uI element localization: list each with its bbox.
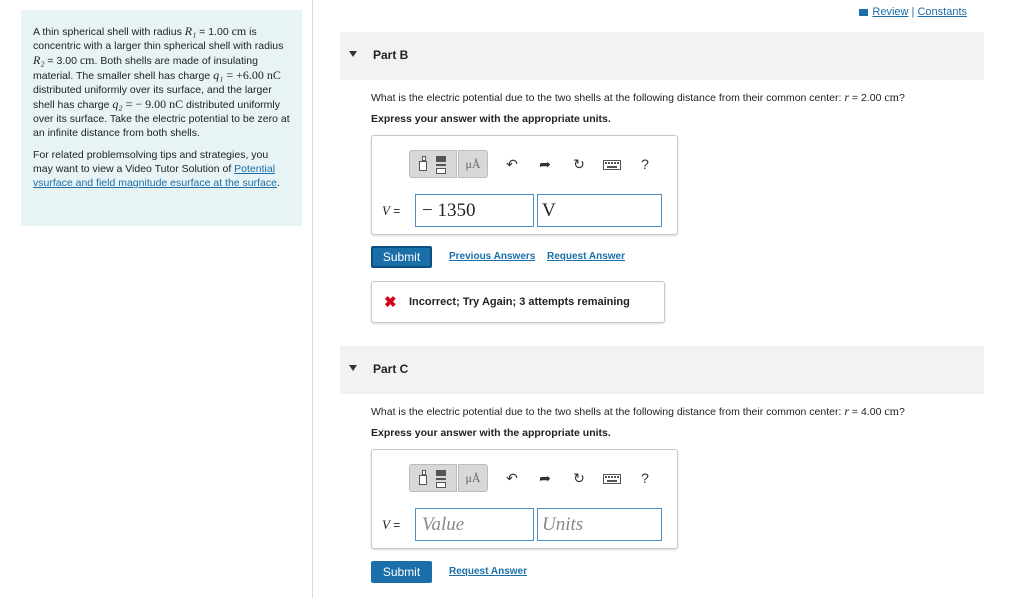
- template-exponent-icon: [422, 156, 426, 161]
- part-b-label: Part B: [373, 48, 409, 62]
- value-input[interactable]: Value: [415, 508, 534, 541]
- feedback-text: Incorrect; Try Again; 3 attempts remaini…: [409, 296, 630, 308]
- v-label: V =: [382, 517, 401, 532]
- template-exponent-icon: [422, 470, 426, 475]
- fraction-bottom-icon: [436, 168, 446, 174]
- part-c-label: Part C: [373, 362, 409, 376]
- fraction-top-icon: [436, 156, 446, 162]
- value-placeholder: Value: [422, 514, 465, 535]
- part-c-question: What is the electric potential due to th…: [371, 404, 905, 418]
- undo-icon[interactable]: ↶: [505, 150, 519, 178]
- review-icon: [859, 8, 869, 16]
- fraction-bar-icon: [436, 164, 446, 166]
- math-toolbar: μÅ ↶ ➦ ↻ ?: [409, 464, 659, 492]
- part-c-submit-button[interactable]: Submit: [371, 561, 432, 583]
- part-b-submit-button[interactable]: Submit: [371, 246, 432, 268]
- keyboard-icon[interactable]: [603, 150, 621, 178]
- collapse-triangle-icon[interactable]: [349, 365, 357, 371]
- undo-icon[interactable]: ↶: [505, 464, 519, 492]
- q1-symbol: q₁: [213, 68, 224, 82]
- incorrect-x-icon: ✖: [384, 294, 397, 311]
- panel-divider: [312, 0, 313, 598]
- r1-symbol: R₁: [184, 24, 197, 38]
- problem-text: A thin spherical shell with radius R₁ = …: [33, 24, 290, 139]
- collapse-triangle-icon[interactable]: [349, 51, 357, 57]
- problem-statement-panel: A thin spherical shell with radius R₁ = …: [21, 10, 302, 226]
- help-icon[interactable]: ?: [639, 464, 651, 492]
- fraction-bottom-icon: [436, 482, 446, 488]
- templates-button[interactable]: [409, 464, 457, 492]
- link-separator: |: [911, 6, 915, 18]
- part-b-question: What is the electric potential due to th…: [371, 90, 905, 104]
- units-placeholder: Units: [542, 514, 584, 535]
- units-button[interactable]: μÅ: [458, 150, 488, 178]
- part-c-instruction: Express your answer with the appropriate…: [371, 427, 611, 439]
- units-input[interactable]: V: [537, 194, 662, 227]
- r2-symbol: R₂: [33, 53, 45, 67]
- part-b-instruction: Express your answer with the appropriate…: [371, 113, 611, 125]
- part-c-request-answer-link[interactable]: Request Answer: [449, 566, 527, 577]
- problem-tips: For related problemsolving tips and stra…: [33, 149, 280, 189]
- help-icon[interactable]: ?: [639, 150, 651, 178]
- redo-icon[interactable]: ➦: [538, 150, 552, 178]
- constants-link[interactable]: Constants: [917, 6, 967, 18]
- fraction-bar-icon: [436, 478, 446, 480]
- template-box-icon: [419, 161, 427, 171]
- units-button[interactable]: μÅ: [458, 464, 488, 492]
- redo-icon[interactable]: ➦: [538, 464, 552, 492]
- fraction-top-icon: [436, 470, 446, 476]
- v-label: V =: [382, 203, 401, 218]
- feedback-box: ✖ Incorrect; Try Again; 3 attempts remai…: [371, 281, 665, 323]
- review-link[interactable]: Review: [872, 6, 908, 18]
- reset-icon[interactable]: ↻: [571, 464, 587, 492]
- part-c-answer-box: μÅ ↶ ➦ ↻ ? V = Value Units: [371, 449, 678, 549]
- part-b-request-answer-link[interactable]: Request Answer: [547, 251, 625, 262]
- part-b-header[interactable]: Part B: [340, 32, 984, 80]
- reset-icon[interactable]: ↻: [571, 150, 587, 178]
- templates-button[interactable]: [409, 150, 457, 178]
- part-b-answer-box: μÅ ↶ ➦ ↻ ? V = − 1350 V: [371, 135, 678, 235]
- q2-symbol: q₂: [112, 97, 123, 111]
- value-input[interactable]: − 1350: [415, 194, 534, 227]
- keyboard-icon[interactable]: [603, 464, 621, 492]
- math-toolbar: μÅ ↶ ➦ ↻ ?: [409, 150, 659, 178]
- units-input[interactable]: Units: [537, 508, 662, 541]
- previous-answers-link[interactable]: Previous Answers: [449, 251, 535, 262]
- top-links: Review | Constants: [859, 6, 967, 18]
- part-c-header[interactable]: Part C: [340, 346, 984, 394]
- template-box-icon: [419, 475, 427, 485]
